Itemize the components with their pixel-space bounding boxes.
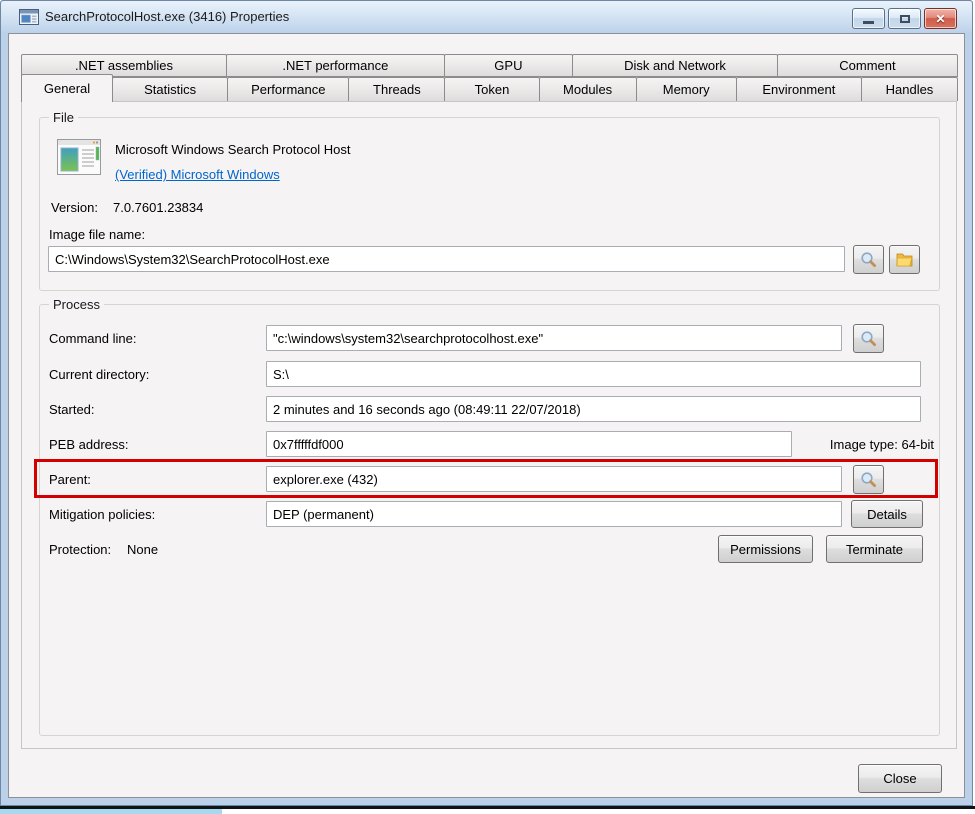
current-directory-label: Current directory: <box>49 367 149 382</box>
minimize-button[interactable] <box>852 8 885 29</box>
desktop: SearchProtocolHost.exe (3416) Properties… <box>0 0 975 814</box>
tab-gpu[interactable]: GPU <box>444 54 573 77</box>
tab-modules[interactable]: Modules <box>539 77 637 101</box>
verified-signer-link[interactable]: (Verified) Microsoft Windows <box>115 167 280 182</box>
file-display-name: Microsoft Windows Search Protocol Host <box>115 142 351 157</box>
inspect-image-button[interactable] <box>853 245 884 274</box>
maximize-icon <box>900 15 910 23</box>
close-icon: ✕ <box>935 13 945 25</box>
tab-memory[interactable]: Memory <box>636 77 737 101</box>
details-button[interactable]: Details <box>851 500 923 528</box>
tab-general[interactable]: General <box>21 74 113 102</box>
version-label: Version: <box>51 200 98 215</box>
tab-comment[interactable]: Comment <box>777 54 958 77</box>
properties-window: SearchProtocolHost.exe (3416) Properties… <box>0 0 973 806</box>
tab-disk-and-network[interactable]: Disk and Network <box>572 54 778 77</box>
folder-icon <box>896 252 913 267</box>
command-line-label: Command line: <box>49 331 136 346</box>
tab-token[interactable]: Token <box>444 77 539 101</box>
window-app-icon <box>19 9 39 30</box>
tab-threads[interactable]: Threads <box>348 77 445 101</box>
image-type-value: 64-bit <box>901 437 934 452</box>
peb-address-input[interactable] <box>266 431 792 457</box>
tab-performance[interactable]: Performance <box>227 77 349 101</box>
tab-row-primary: GeneralStatisticsPerformanceThreadsToken… <box>21 77 957 101</box>
image-file-name-label: Image file name: <box>49 227 145 242</box>
close-window-button[interactable]: ✕ <box>924 8 957 29</box>
tab-row-secondary: .NET assemblies.NET performanceGPUDisk a… <box>21 54 957 77</box>
current-directory-input[interactable] <box>266 361 921 387</box>
tab-net-performance[interactable]: .NET performance <box>226 54 445 77</box>
file-app-icon <box>56 137 102 182</box>
parent-label: Parent: <box>49 472 91 487</box>
magnifier-icon <box>860 330 877 347</box>
titlebar[interactable]: SearchProtocolHost.exe (3416) Properties… <box>1 1 972 33</box>
file-group-label: File <box>49 110 78 125</box>
minimize-icon <box>863 21 874 24</box>
permissions-button[interactable]: Permissions <box>718 535 813 563</box>
inspect-parent-button[interactable] <box>853 465 884 494</box>
close-button[interactable]: Close <box>858 764 942 793</box>
parent-process-input[interactable] <box>266 466 842 492</box>
magnifier-icon <box>860 251 877 268</box>
peb-address-label: PEB address: <box>49 437 129 452</box>
taskbar-fragment <box>0 809 222 814</box>
tab-handles[interactable]: Handles <box>861 77 958 101</box>
open-file-location-button[interactable] <box>889 245 920 274</box>
inspect-command-line-button[interactable] <box>853 324 884 353</box>
mitigation-policies-label: Mitigation policies: <box>49 507 155 522</box>
window-title: SearchProtocolHost.exe (3416) Properties <box>45 9 289 24</box>
started-label: Started: <box>49 402 95 417</box>
tab-statistics[interactable]: Statistics <box>112 77 228 101</box>
tab-environment[interactable]: Environment <box>736 77 862 101</box>
protection-label: Protection: <box>49 542 111 557</box>
version-value: 7.0.7601.23834 <box>113 200 203 215</box>
terminate-button[interactable]: Terminate <box>826 535 923 563</box>
image-type: Image type: 64-bit <box>798 437 934 452</box>
maximize-button[interactable] <box>888 8 921 29</box>
process-group-label: Process <box>49 297 104 312</box>
mitigation-policies-input[interactable] <box>266 501 842 527</box>
image-file-name-input[interactable] <box>48 246 845 272</box>
protection-value: None <box>127 542 158 557</box>
command-line-input[interactable] <box>266 325 842 351</box>
started-input[interactable] <box>266 396 921 422</box>
image-type-label: Image type: <box>830 437 898 452</box>
magnifier-icon <box>860 471 877 488</box>
